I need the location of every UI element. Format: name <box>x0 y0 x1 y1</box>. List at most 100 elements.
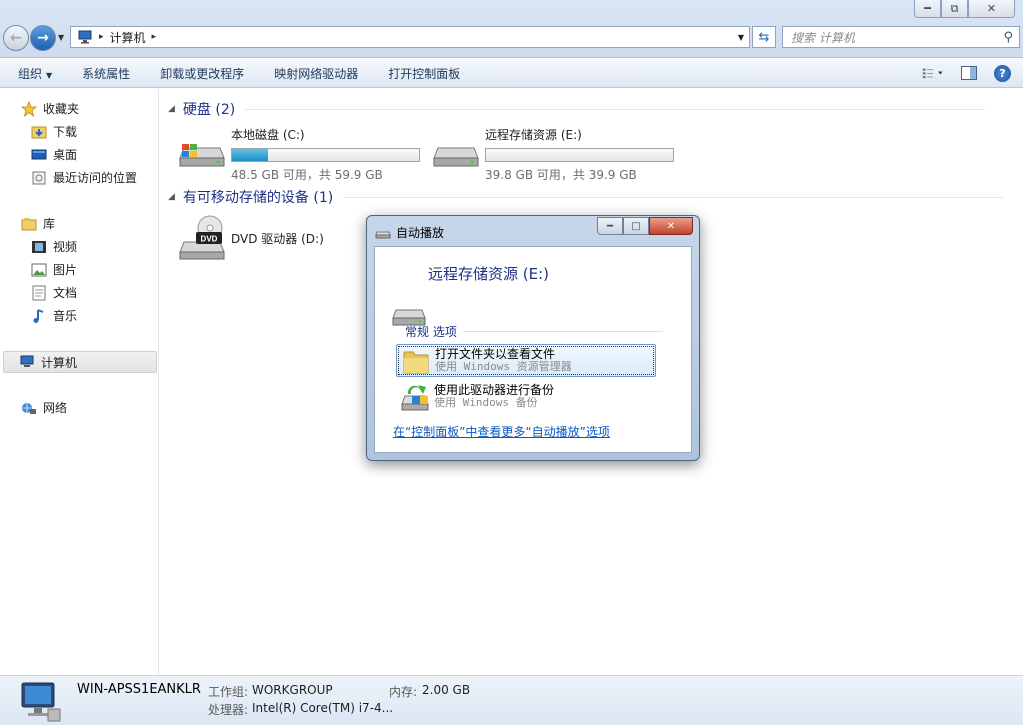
drive-c[interactable]: 本地磁盘 (C:) 48.5 GB 可用，共 59.9 GB <box>178 126 420 183</box>
search-input[interactable]: 搜索 计算机 ⚲ <box>782 26 1020 48</box>
dialog-body: 远程存储资源 (E:) 常规 选项 打开文件夹以查看文件 使用 Windows … <box>374 246 692 453</box>
sidebar-item-label: 计算机 <box>41 355 78 370</box>
drive-usage-bar <box>485 148 674 162</box>
search-icon[interactable]: ⚲ <box>1003 30 1013 45</box>
backup-drive-option[interactable]: 使用此驱动器进行备份 使用 Windows 备份 <box>396 380 656 413</box>
group-title: 有可移动存储的设备 (1) <box>182 190 334 206</box>
sidebar-item-music[interactable]: 音乐 <box>30 307 77 324</box>
change-view-button[interactable] <box>922 63 944 83</box>
chevron-down-icon: ▼ <box>46 70 53 80</box>
desktop-icon <box>30 147 48 163</box>
breadcrumb-computer[interactable]: 计算机 <box>110 29 146 46</box>
open-folder-option[interactable]: 打开文件夹以查看文件 使用 Windows 资源管理器 <box>396 344 656 377</box>
close-button[interactable]: ✕ <box>968 0 1015 18</box>
star-icon <box>20 100 38 117</box>
details-pane: WIN-APSS1EANKLR 工作组: WORKGROUP 内存: 2.00 … <box>0 675 1023 725</box>
sidebar-item-libraries[interactable]: 库 <box>20 215 55 232</box>
libraries-icon <box>20 216 38 232</box>
command-bar: 组织 ▼ 系统属性 卸载或更改程序 映射网络驱动器 打开控制面板 ? <box>0 59 1023 88</box>
sidebar-item-label: 库 <box>43 217 56 231</box>
maximize-button[interactable]: ⧉ <box>941 0 968 18</box>
breadcrumb-root-separator[interactable]: ▸ <box>99 32 104 42</box>
dialog-minimize-button[interactable]: ━ <box>597 217 623 235</box>
removable-group-header[interactable]: ◢ 有可移动存储的设备 (1) <box>168 187 1004 207</box>
general-options-section: 常规 选项 <box>405 323 663 340</box>
refresh-button[interactable]: ⇆ <box>752 26 776 48</box>
drive-usage-fill <box>232 149 268 161</box>
sidebar-item-label: 最近访问的位置 <box>53 171 138 185</box>
open-control-panel-button[interactable]: 打开控制面板 <box>373 65 475 82</box>
workgroup-value: WORKGROUP <box>252 683 333 697</box>
window-controls: ━ ⧉ ✕ <box>914 0 1015 18</box>
sidebar-item-network[interactable]: 网络 <box>20 399 67 416</box>
processor-label: 处理器: <box>208 703 249 717</box>
hard-disks-group-header[interactable]: ◢ 硬盘 (2) <box>168 99 986 119</box>
dialog-title: 自动播放 <box>396 226 445 240</box>
sidebar-item-pictures[interactable]: 图片 <box>30 261 77 278</box>
drive-free-space: 39.8 GB 可用，共 39.9 GB <box>485 168 637 182</box>
group-divider <box>343 196 1004 198</box>
dialog-close-button[interactable]: ✕ <box>649 217 693 235</box>
section-divider <box>462 331 663 332</box>
system-properties-button[interactable]: 系统属性 <box>67 65 145 82</box>
more-autoplay-options-link[interactable]: 在“控制面板”中查看更多“自动播放”选项 <box>393 423 610 440</box>
drive-name: DVD 驱动器 (D:) <box>231 231 324 246</box>
dialog-window-controls: ━ □ ✕ <box>597 217 693 235</box>
breadcrumb-separator[interactable]: ▸ <box>152 32 157 42</box>
address-history-dropdown-icon[interactable]: ▼ <box>738 33 744 42</box>
computer-name: WIN-APSS1EANKLR <box>77 682 201 697</box>
network-icon <box>20 400 38 416</box>
minimize-button[interactable]: ━ <box>914 0 941 18</box>
forward-arrow-icon: → <box>37 30 49 46</box>
sidebar-item-documents[interactable]: 文档 <box>30 284 77 301</box>
memory-label: 内存: <box>389 685 418 699</box>
sidebar-item-videos[interactable]: 视频 <box>30 238 77 255</box>
back-button[interactable]: ← <box>3 25 29 51</box>
computer-large-icon <box>21 682 61 722</box>
sidebar-item-favorites[interactable]: 收藏夹 <box>20 100 79 117</box>
documents-icon <box>30 285 48 301</box>
drive-name: 本地磁盘 (C:) <box>231 128 305 142</box>
dvd-drive-icon: DVD <box>179 215 225 260</box>
view-options-icon <box>922 68 943 79</box>
collapse-arrow-icon: ◢ <box>168 104 175 114</box>
computer-icon <box>18 354 36 370</box>
sidebar-item-label: 收藏夹 <box>43 102 80 116</box>
drive-free-space: 48.5 GB 可用，共 59.9 GB <box>231 168 383 182</box>
downloads-folder-icon <box>30 124 48 140</box>
help-icon[interactable]: ? <box>994 64 1011 82</box>
sidebar-item-label: 网络 <box>43 401 68 415</box>
forward-button[interactable]: → <box>30 25 56 51</box>
option-subtitle: 使用 Windows 备份 <box>434 396 538 409</box>
dialog-maximize-button[interactable]: □ <box>623 217 649 235</box>
workgroup-label: 工作组: <box>208 685 249 699</box>
uninstall-program-button[interactable]: 卸载或更改程序 <box>145 65 259 82</box>
drive-small-icon <box>375 231 391 238</box>
folder-icon <box>403 351 429 373</box>
dialog-drive-name: 远程存储资源 (E:) <box>428 265 550 283</box>
organize-label: 组织 <box>18 66 43 81</box>
sidebar-item-label: 下载 <box>53 125 78 139</box>
address-bar[interactable]: ▸ 计算机 ▸ ▼ <box>70 26 750 48</box>
sidebar-item-recent-places[interactable]: 最近访问的位置 <box>30 169 137 186</box>
sidebar-item-label: 文档 <box>53 286 78 300</box>
view-controls: ? <box>922 63 1011 83</box>
group-title: 硬盘 (2) <box>182 102 236 118</box>
recent-pages-dropdown-icon[interactable]: ▼ <box>58 33 64 42</box>
refresh-icon: ⇆ <box>758 29 770 45</box>
sidebar-item-label: 图片 <box>53 263 78 277</box>
preview-pane-button[interactable] <box>958 63 980 83</box>
drive-d[interactable]: DVD DVD 驱动器 (D:) <box>178 214 324 262</box>
option-subtitle: 使用 Windows 资源管理器 <box>435 360 572 373</box>
organize-menu[interactable]: 组织 ▼ <box>0 65 67 82</box>
sidebar-item-downloads[interactable]: 下载 <box>30 123 77 140</box>
sidebar-item-desktop[interactable]: 桌面 <box>30 146 77 163</box>
video-icon <box>30 239 48 255</box>
sidebar-item-computer[interactable]: 计算机 <box>3 351 157 373</box>
drive-name: 远程存储资源 (E:) <box>485 128 582 142</box>
sidebar-item-label: 视频 <box>53 240 78 254</box>
drive-e[interactable]: 远程存储资源 (E:) 39.8 GB 可用，共 39.9 GB <box>432 126 674 183</box>
map-network-drive-button[interactable]: 映射网络驱动器 <box>259 65 373 82</box>
sidebar-item-label: 桌面 <box>53 148 78 162</box>
memory-value: 2.00 GB <box>422 683 471 697</box>
